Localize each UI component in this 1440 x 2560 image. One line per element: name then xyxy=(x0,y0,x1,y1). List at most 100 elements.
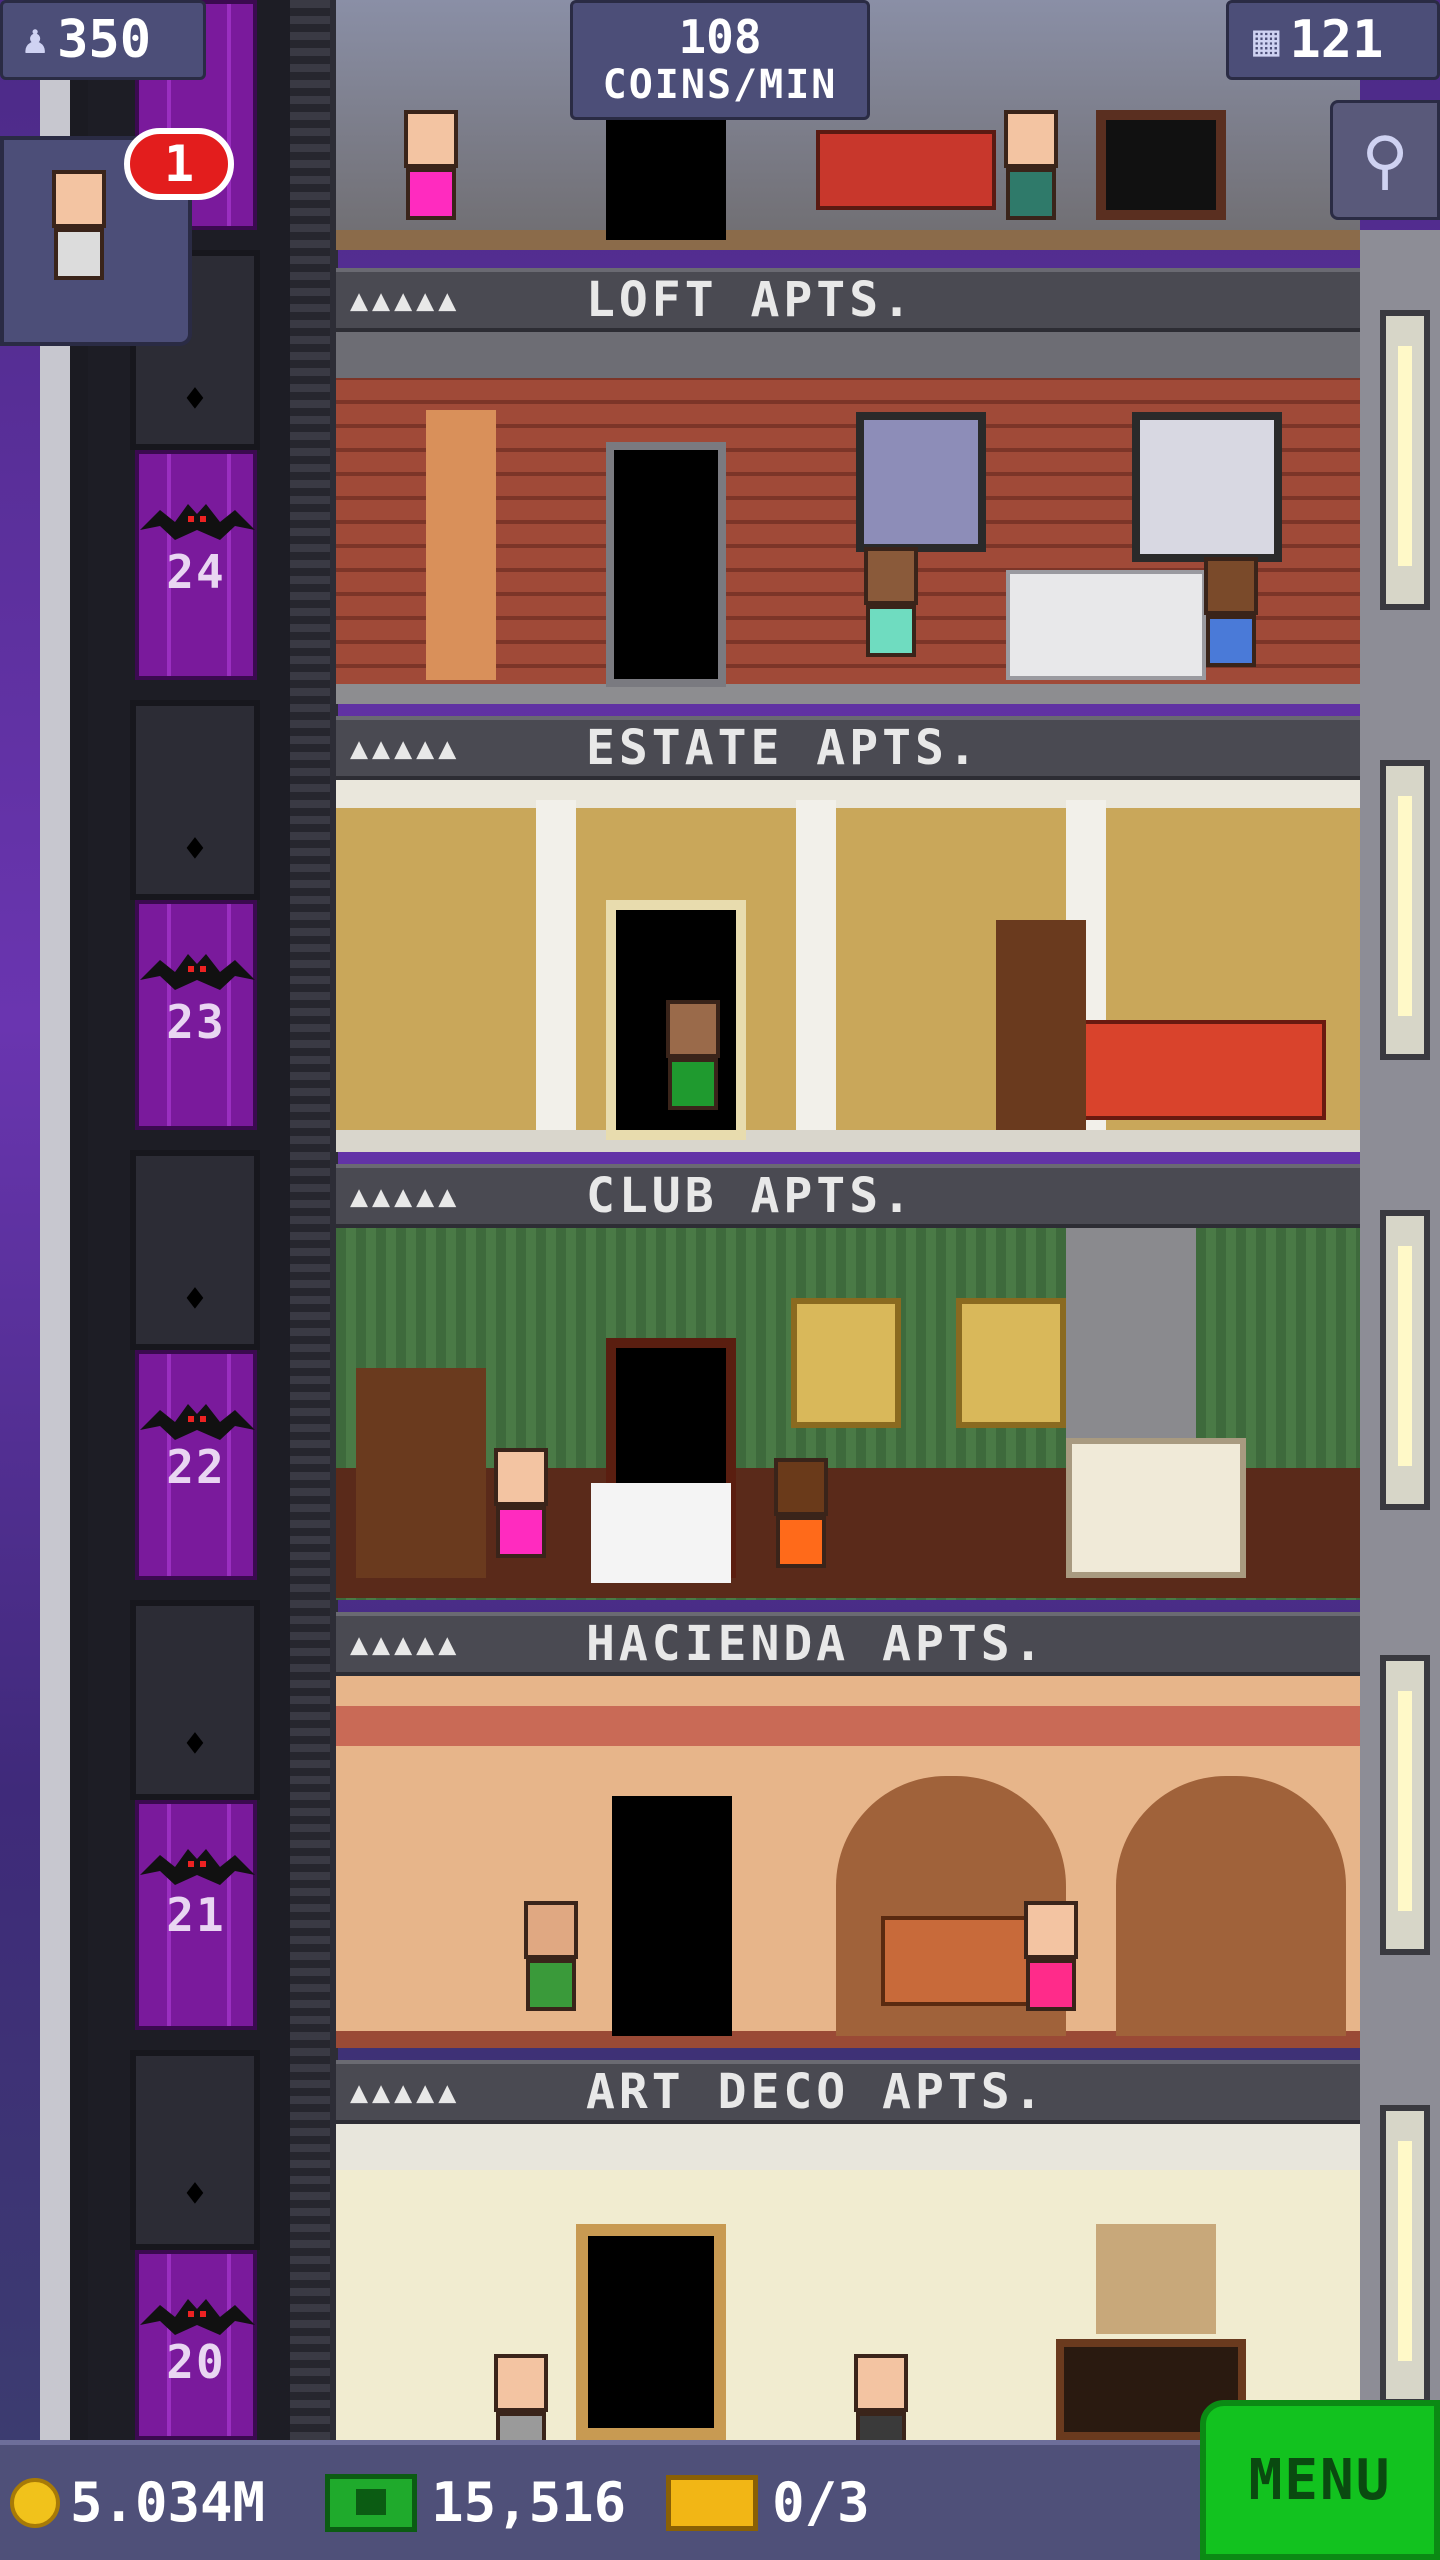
ticket-balance[interactable]: 0/3 xyxy=(626,2471,870,2534)
elevator-rail-dark xyxy=(70,0,90,2560)
apartment-doorway xyxy=(612,1796,732,2036)
cornice xyxy=(336,780,1360,808)
elevator-cable-track xyxy=(290,0,330,2440)
resident[interactable] xyxy=(486,1448,556,1578)
population-value: 350 xyxy=(57,10,152,70)
population-icon: ♟ xyxy=(23,17,48,63)
floor-boards xyxy=(336,230,1360,250)
bux-icon xyxy=(325,2473,418,2532)
bat-icon xyxy=(140,950,255,1000)
ticket-value: 0/3 xyxy=(772,2471,870,2534)
floor-name: CLUB APTS. xyxy=(586,1168,915,1224)
elevator-rail xyxy=(40,0,70,2560)
column xyxy=(426,410,496,680)
floor-number: 22 xyxy=(166,1440,226,1494)
painting xyxy=(1096,2224,1216,2334)
wall-light xyxy=(1380,760,1430,1060)
bux-value: 15,516 xyxy=(431,2471,627,2534)
floor-boards xyxy=(336,684,1360,704)
search-button[interactable]: ⚲ xyxy=(1330,100,1440,220)
population-counter[interactable]: ♟ 350 xyxy=(0,0,206,80)
window xyxy=(856,412,986,552)
visitor-avatar xyxy=(44,170,114,300)
apartment-doorway xyxy=(606,120,726,240)
notification-badge: 1 xyxy=(124,128,234,200)
fireplace xyxy=(1066,1438,1246,1578)
floor-name: ESTATE APTS. xyxy=(586,720,981,776)
apartment-club[interactable] xyxy=(336,1228,1360,1600)
coins-per-minute-value: 108 xyxy=(678,10,762,64)
lamp-icon: ♦ xyxy=(184,1279,206,1320)
fireplace xyxy=(1096,110,1226,220)
menu-button[interactable]: MENU xyxy=(1200,2400,1440,2560)
shaft-segment xyxy=(130,1600,260,1800)
coin-icon xyxy=(10,2477,60,2528)
sofa xyxy=(1076,1020,1326,1120)
floor-number: 21 xyxy=(166,1888,226,1942)
floor-banner-hacienda[interactable]: ▲▲▲▲▲ HACIENDA APTS. xyxy=(336,1612,1360,1676)
shaft-segment xyxy=(130,2050,260,2250)
floor-boards xyxy=(336,1130,1360,1152)
decorative-trim xyxy=(336,1706,1360,1746)
wall-light xyxy=(1380,310,1430,610)
coin-balance[interactable]: 5.034M xyxy=(0,2471,265,2534)
floor-banner-estate[interactable]: ▲▲▲▲▲ ESTATE APTS. xyxy=(336,716,1360,780)
resident[interactable] xyxy=(516,1901,586,2031)
floor-counter[interactable]: ▦ 121 xyxy=(1226,0,1440,80)
lamp-icon: ♦ xyxy=(184,379,206,420)
shaft-segment xyxy=(130,700,260,900)
coins-per-minute-panel[interactable]: 108 COINS/MIN xyxy=(570,0,870,120)
resident[interactable] xyxy=(856,547,926,677)
column xyxy=(536,800,576,1130)
resident[interactable] xyxy=(766,1458,836,1588)
coins-per-minute-label: COINS/MIN xyxy=(602,62,838,108)
wall-light xyxy=(1380,2105,1430,2405)
star-rating: ▲▲▲▲▲ xyxy=(350,2074,461,2110)
arch xyxy=(1116,1776,1346,2036)
polar-bear-rug xyxy=(591,1483,731,1583)
ticket-icon xyxy=(666,2474,759,2531)
sofa xyxy=(816,130,996,210)
star-rating: ▲▲▲▲▲ xyxy=(350,730,461,766)
star-rating: ▲▲▲▲▲ xyxy=(350,1178,461,1214)
star-rating: ▲▲▲▲▲ xyxy=(350,282,461,318)
floor-name: LOFT APTS. xyxy=(586,272,915,328)
lamp-icon: ♦ xyxy=(184,829,206,870)
floor-banner-loft[interactable]: ▲▲▲▲▲ LOFT APTS. xyxy=(336,268,1360,332)
chimney xyxy=(1066,1228,1196,1438)
shaft-segment xyxy=(130,1150,260,1350)
wall-light xyxy=(1380,1655,1430,1955)
floor-banner-club[interactable]: ▲▲▲▲▲ CLUB APTS. xyxy=(336,1164,1360,1228)
floor-number: 20 xyxy=(166,2335,226,2389)
apartment-estate[interactable] xyxy=(336,780,1360,1152)
lamp-icon: ♦ xyxy=(184,2174,206,2215)
floor-count-value: 121 xyxy=(1289,10,1384,70)
bookshelf xyxy=(996,920,1086,1130)
coin-value: 5.034M xyxy=(70,2471,266,2534)
resident[interactable] xyxy=(396,110,466,240)
bux-balance[interactable]: 15,516 xyxy=(265,2471,626,2534)
floor-number: 23 xyxy=(166,995,226,1049)
portrait-frame xyxy=(956,1298,1066,1428)
resident[interactable] xyxy=(1016,1901,1086,2031)
resident[interactable] xyxy=(996,110,1066,240)
building-icon: ▦ xyxy=(1253,14,1280,66)
ceiling xyxy=(336,2124,1360,2170)
floor-name: HACIENDA APTS. xyxy=(586,1616,1047,1672)
apartment-loft[interactable] xyxy=(336,332,1360,704)
portrait-frame xyxy=(791,1298,901,1428)
star-rating: ▲▲▲▲▲ xyxy=(350,1626,461,1662)
resident[interactable] xyxy=(486,2354,556,2440)
resident[interactable] xyxy=(658,1000,728,1130)
resident[interactable] xyxy=(846,2354,916,2440)
window xyxy=(1132,412,1282,562)
bat-icon xyxy=(140,500,255,550)
wall-light xyxy=(1380,1210,1430,1510)
apartment-hacienda[interactable] xyxy=(336,1676,1360,2048)
apartment-art-deco[interactable] xyxy=(336,2124,1360,2440)
floor-name: ART DECO APTS. xyxy=(586,2064,1047,2120)
floor-banner-art-deco[interactable]: ▲▲▲▲▲ ART DECO APTS. xyxy=(336,2060,1360,2124)
apartment-doorway xyxy=(576,2224,726,2440)
resident[interactable] xyxy=(1196,557,1266,687)
sofa xyxy=(1006,570,1206,680)
